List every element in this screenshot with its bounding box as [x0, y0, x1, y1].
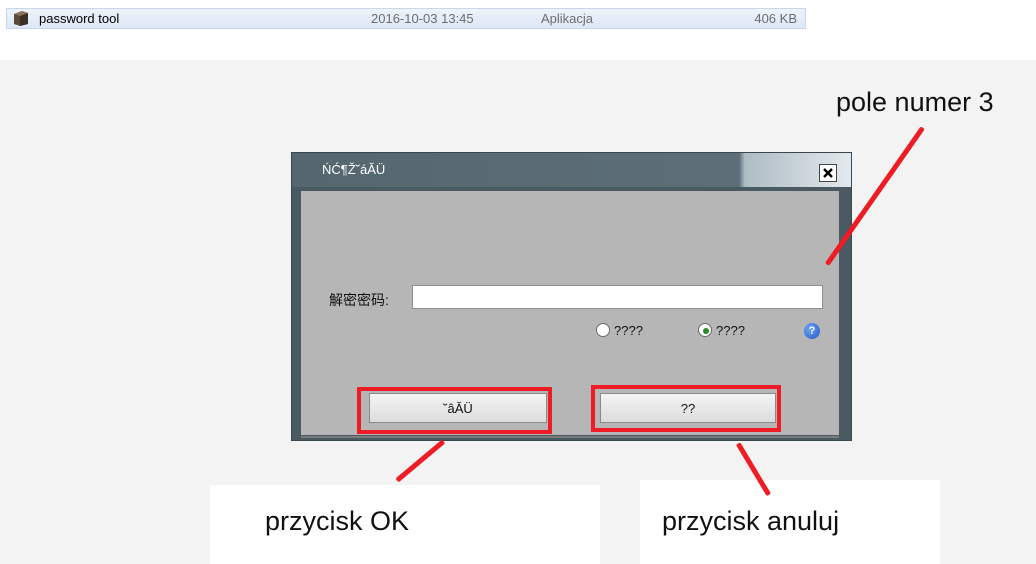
radio-option-2[interactable]: ???? — [698, 323, 768, 339]
file-name: password tool — [39, 11, 120, 26]
file-list-row[interactable]: password tool 2016-10-03 13:45 Aplikacja… — [6, 8, 806, 29]
annotation-przycisk-anuluj: przycisk anuluj — [662, 506, 840, 536]
ok-pointer-line — [395, 439, 446, 483]
help-icon[interactable]: ? — [804, 323, 820, 339]
password-input[interactable] — [412, 285, 823, 309]
file-date: 2016-10-03 13:45 — [371, 11, 474, 26]
password-label: 解密密码: — [329, 292, 389, 308]
radio-selected-dot — [703, 328, 709, 334]
radio-option-2-label: ???? — [716, 323, 745, 338]
radio-option-1-label: ???? — [614, 323, 643, 338]
radio-option-1[interactable]: ???? — [596, 323, 666, 339]
file-type: Aplikacja — [541, 11, 594, 26]
close-icon — [823, 168, 833, 178]
radio-circle-1 — [596, 323, 610, 337]
annotation-przycisk-ok: przycisk OK — [265, 506, 410, 536]
close-button[interactable] — [819, 164, 837, 182]
ok-button-highlight — [357, 387, 552, 434]
radio-circle-2 — [698, 323, 712, 337]
dialog-title: ŃĆ¶Ž˘áĂÜ — [322, 162, 386, 177]
dialog-titlebar[interactable]: ŃĆ¶Ž˘áĂÜ — [292, 153, 851, 187]
file-size: 406 KB — [754, 11, 797, 26]
application-icon — [14, 11, 28, 26]
dialog-bottom-divider — [301, 436, 839, 438]
cancel-button-highlight — [591, 385, 781, 432]
annotation-pole-numer-3: pole numer 3 — [836, 87, 994, 117]
